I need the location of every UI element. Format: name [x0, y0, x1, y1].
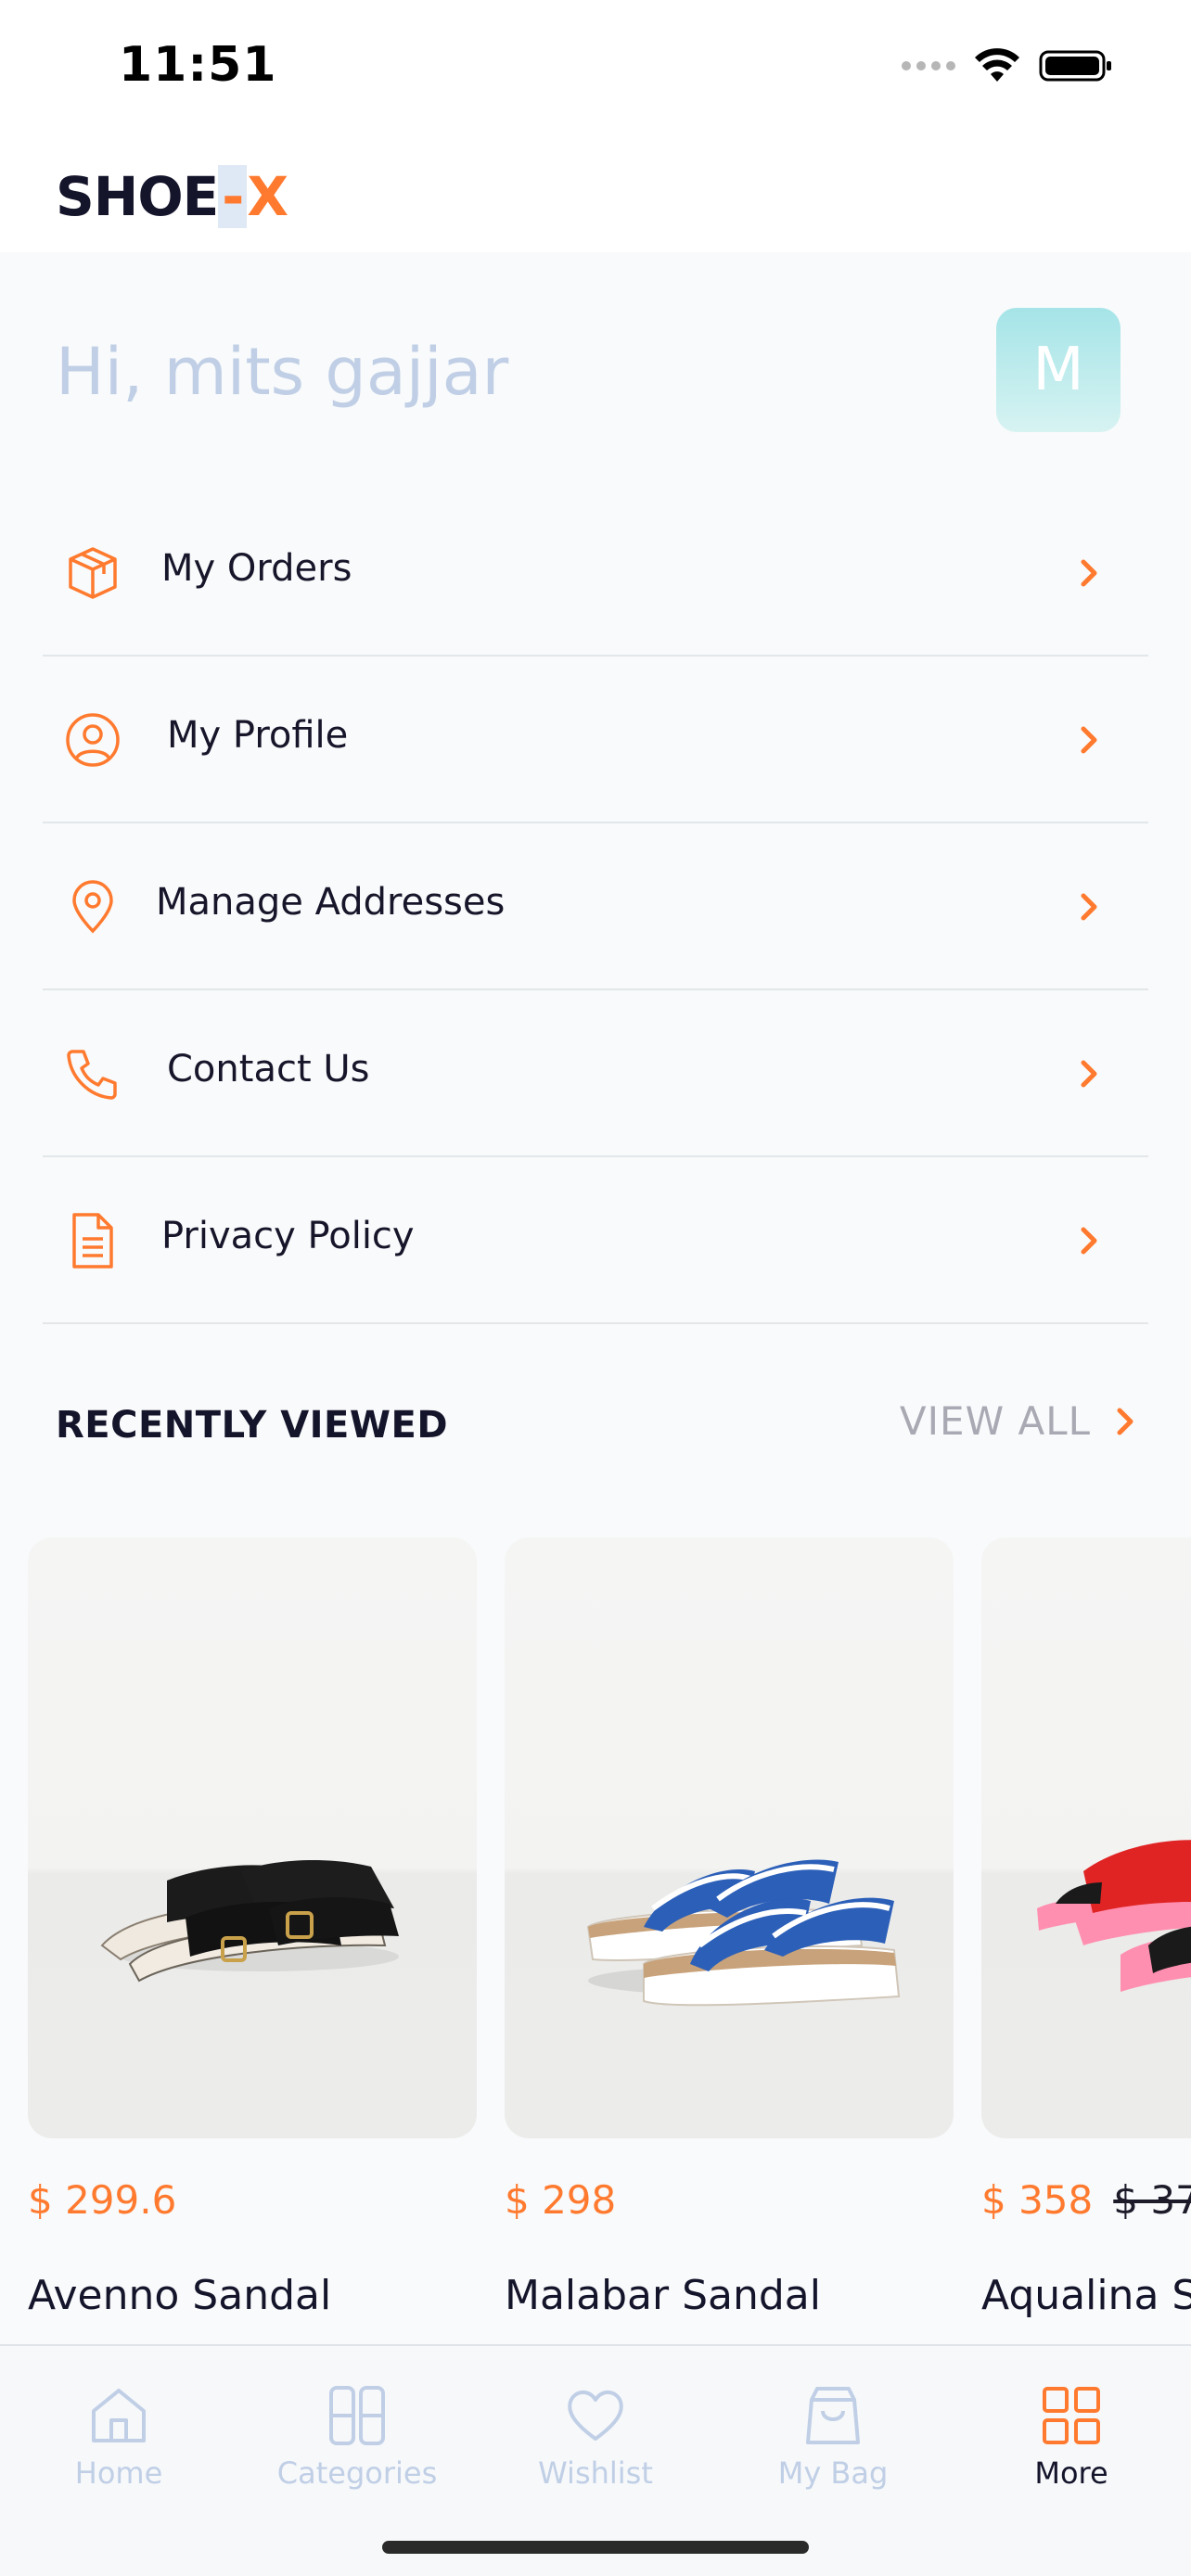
- user-icon: [66, 713, 120, 767]
- menu-item-privacy-policy[interactable]: Privacy Policy: [43, 1157, 1148, 1324]
- price-current: $ 358: [981, 2177, 1094, 2223]
- categories-icon: [329, 2386, 385, 2445]
- box-icon: [69, 547, 117, 599]
- menu-item-label: My Orders: [161, 547, 352, 590]
- more-screen: Hi, mits gajjar M My Orders My Profile M…: [0, 252, 1191, 2344]
- home-icon: [92, 2389, 146, 2442]
- product-card[interactable]: $ 358 $ 370 Aqualina Sandal: [981, 1537, 1191, 2319]
- account-menu: My Orders My Profile Manage Addresses Co…: [43, 490, 1148, 1324]
- logo-dash: -: [218, 165, 248, 228]
- product-card[interactable]: $ 298 Malabar Sandal: [505, 1537, 954, 2319]
- app-logo[interactable]: SHOE-X: [56, 165, 288, 228]
- tab-label: My Bag: [777, 2455, 889, 2491]
- product-name: Malabar Sandal: [505, 2272, 821, 2319]
- status-bar: 11:51: [0, 0, 1191, 139]
- heart-icon: [568, 2391, 623, 2441]
- menu-item-my-profile[interactable]: My Profile: [43, 657, 1148, 823]
- status-icons: [902, 48, 1113, 83]
- menu-item-manage-addresses[interactable]: Manage Addresses: [43, 823, 1148, 990]
- product-price: $ 298: [505, 2177, 616, 2223]
- document-icon: [72, 1213, 113, 1269]
- chevron-right-icon: [1081, 726, 1097, 754]
- cellular-signal-icon: [902, 61, 955, 70]
- tab-more[interactable]: More: [969, 2383, 1173, 2513]
- home-indicator: [382, 2541, 809, 2554]
- view-all-button[interactable]: VIEW ALL: [900, 1398, 1139, 1444]
- tab-wishlist[interactable]: Wishlist: [493, 2383, 698, 2513]
- tab-label: Home: [74, 2455, 163, 2491]
- product-card[interactable]: $ 299.6 Avenno Sandal: [28, 1537, 477, 2319]
- black-sandal-image: [100, 1860, 399, 1983]
- status-time: 11:51: [119, 37, 277, 93]
- recently-viewed-carousel[interactable]: $ 299.6 Avenno Sandal $ 298 Malabar Sand…: [28, 1537, 1191, 2344]
- app-header: SHOE-X: [0, 139, 1191, 252]
- menu-item-label: My Profile: [167, 714, 349, 757]
- striped-sandal-image: [586, 1859, 901, 2007]
- phone-icon: [67, 1050, 117, 1100]
- menu-item-contact-us[interactable]: Contact Us: [43, 990, 1148, 1157]
- section-title: RECENTLY VIEWED: [56, 1404, 449, 1447]
- tab-label: Wishlist: [538, 2455, 653, 2491]
- bag-icon: [806, 2387, 860, 2444]
- logo-x: X: [247, 165, 288, 228]
- grid-icon: [1043, 2387, 1100, 2444]
- tab-home[interactable]: Home: [17, 2383, 221, 2513]
- tab-label: Categories: [276, 2455, 438, 2491]
- avatar[interactable]: M: [996, 308, 1121, 432]
- logo-text: SHOE: [56, 165, 219, 228]
- product-price: $ 299.6: [28, 2177, 176, 2223]
- chevron-right-icon: [1081, 1227, 1097, 1255]
- red-sandal-image: [1037, 1840, 1191, 1992]
- menu-item-label: Privacy Policy: [161, 1215, 415, 1257]
- tab-label: More: [1034, 2455, 1108, 2491]
- chevron-right-icon: [1117, 1408, 1133, 1435]
- view-all-label: VIEW ALL: [899, 1398, 1091, 1444]
- product-price: $ 358 $ 370: [981, 2177, 1191, 2223]
- price-original: $ 370: [1113, 2177, 1191, 2223]
- product-name: Avenno Sandal: [28, 2272, 332, 2319]
- product-name: Aqualina Sandal: [981, 2272, 1191, 2319]
- menu-item-label: Contact Us: [167, 1048, 370, 1090]
- price-current: $ 299.6: [28, 2177, 177, 2223]
- product-image[interactable]: [505, 1537, 954, 2138]
- battery-icon: [1039, 50, 1111, 82]
- greeting-text: Hi, mits gajjar: [56, 334, 509, 410]
- recently-viewed-header: RECENTLY VIEWED VIEW ALL: [56, 1398, 1139, 1454]
- tab-categories[interactable]: Categories: [255, 2383, 459, 2513]
- wifi-icon: [975, 48, 1019, 82]
- product-image[interactable]: [981, 1537, 1191, 2138]
- location-pin-icon: [72, 880, 113, 934]
- chevron-right-icon: [1081, 559, 1097, 587]
- chevron-right-icon: [1081, 1060, 1097, 1088]
- menu-item-label: Manage Addresses: [156, 881, 506, 924]
- price-current: $ 298: [505, 2177, 617, 2223]
- chevron-right-icon: [1081, 893, 1097, 921]
- menu-item-my-orders[interactable]: My Orders: [43, 490, 1148, 657]
- product-image[interactable]: [28, 1537, 477, 2138]
- tab-my-bag[interactable]: My Bag: [731, 2383, 935, 2513]
